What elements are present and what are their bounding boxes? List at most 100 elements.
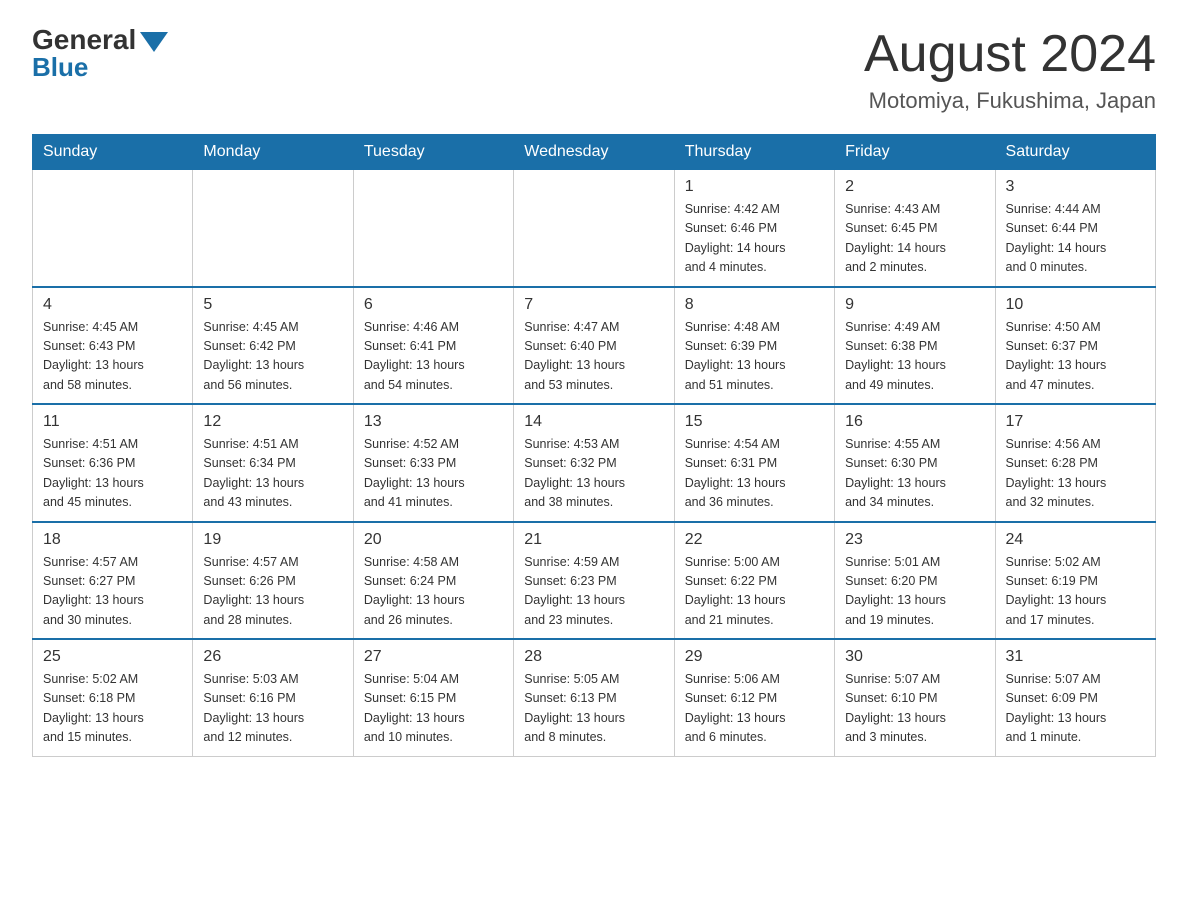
weekday-header-saturday: Saturday bbox=[995, 135, 1155, 170]
calendar-cell: 29Sunrise: 5:06 AMSunset: 6:12 PMDayligh… bbox=[674, 639, 834, 756]
calendar-cell: 7 Sunrise: 4:47 AMSunset: 6:40 PMDaylight… bbox=[514, 287, 674, 405]
day-info: Sunrise: 4:59 AMSunset: 6:23 PMDaylight:… bbox=[524, 553, 663, 631]
day-number: 12 bbox=[203, 413, 342, 431]
day-info: Sunrise: 5:02 AMSunset: 6:18 PMDaylight:… bbox=[43, 670, 182, 748]
day-number: 25 bbox=[43, 648, 182, 666]
day-info: Sunrise: 4:44 AMSunset: 6:44 PMDaylight:… bbox=[1006, 200, 1145, 278]
calendar-cell bbox=[353, 170, 513, 287]
day-number: 2 bbox=[845, 178, 984, 196]
week-row-5: 25 Sunrise: 5:02 AMSunset: 6:18 PMDayligh… bbox=[33, 639, 1156, 756]
day-number: 28 bbox=[524, 648, 663, 666]
week-row-4: 18Sunrise: 4:57 AMSunset: 6:27 PMDayligh… bbox=[33, 522, 1156, 640]
day-info: Sunrise: 4:46 AMSunset: 6:41 PMDaylight:… bbox=[364, 318, 503, 396]
title-section: August 2024 Motomiya, Fukushima, Japan bbox=[864, 24, 1156, 114]
day-info: Sunrise: 4:47 AMSunset: 6:40 PMDaylight:… bbox=[524, 318, 663, 396]
calendar-cell: 17 Sunrise: 4:56 AMSunset: 6:28 PMDayligh… bbox=[995, 404, 1155, 522]
day-info: Sunrise: 5:00 AMSunset: 6:22 PMDaylight:… bbox=[685, 553, 824, 631]
day-number: 7 bbox=[524, 296, 663, 314]
day-info: Sunrise: 5:01 AMSunset: 6:20 PMDaylight:… bbox=[845, 553, 984, 631]
day-number: 14 bbox=[524, 413, 663, 431]
logo-arrow-icon bbox=[140, 32, 168, 52]
day-number: 16 bbox=[845, 413, 984, 431]
day-number: 26 bbox=[203, 648, 342, 666]
calendar-cell: 9Sunrise: 4:49 AMSunset: 6:38 PMDaylight… bbox=[835, 287, 995, 405]
calendar-cell: 4 Sunrise: 4:45 AMSunset: 6:43 PMDaylight… bbox=[33, 287, 193, 405]
calendar-cell: 26Sunrise: 5:03 AMSunset: 6:16 PMDayligh… bbox=[193, 639, 353, 756]
calendar-cell: 10 Sunrise: 4:50 AMSunset: 6:37 PMDayligh… bbox=[995, 287, 1155, 405]
weekday-header-sunday: Sunday bbox=[33, 135, 193, 170]
calendar-cell: 27 Sunrise: 5:04 AMSunset: 6:15 PMDayligh… bbox=[353, 639, 513, 756]
day-info: Sunrise: 4:49 AMSunset: 6:38 PMDaylight:… bbox=[845, 318, 984, 396]
day-number: 11 bbox=[43, 413, 182, 431]
day-number: 20 bbox=[364, 531, 503, 549]
calendar-cell: 12 Sunrise: 4:51 AMSunset: 6:34 PMDayligh… bbox=[193, 404, 353, 522]
day-number: 21 bbox=[524, 531, 663, 549]
calendar-cell: 28 Sunrise: 5:05 AMSunset: 6:13 PMDayligh… bbox=[514, 639, 674, 756]
day-number: 8 bbox=[685, 296, 824, 314]
calendar-cell: 8 Sunrise: 4:48 AMSunset: 6:39 PMDaylight… bbox=[674, 287, 834, 405]
calendar-cell: 14 Sunrise: 4:53 AMSunset: 6:32 PMDayligh… bbox=[514, 404, 674, 522]
day-info: Sunrise: 4:51 AMSunset: 6:34 PMDaylight:… bbox=[203, 435, 342, 513]
page-header: General Blue August 2024 Motomiya, Fukus… bbox=[32, 24, 1156, 114]
day-info: Sunrise: 4:56 AMSunset: 6:28 PMDaylight:… bbox=[1006, 435, 1145, 513]
weekday-header-tuesday: Tuesday bbox=[353, 135, 513, 170]
day-info: Sunrise: 4:48 AMSunset: 6:39 PMDaylight:… bbox=[685, 318, 824, 396]
day-number: 22 bbox=[685, 531, 824, 549]
calendar-cell: 15Sunrise: 4:54 AMSunset: 6:31 PMDayligh… bbox=[674, 404, 834, 522]
day-info: Sunrise: 4:45 AMSunset: 6:42 PMDaylight:… bbox=[203, 318, 342, 396]
calendar-cell: 6Sunrise: 4:46 AMSunset: 6:41 PMDaylight… bbox=[353, 287, 513, 405]
day-info: Sunrise: 4:55 AMSunset: 6:30 PMDaylight:… bbox=[845, 435, 984, 513]
week-row-1: 1Sunrise: 4:42 AMSunset: 6:46 PMDaylight… bbox=[33, 170, 1156, 287]
calendar-cell: 25 Sunrise: 5:02 AMSunset: 6:18 PMDayligh… bbox=[33, 639, 193, 756]
day-info: Sunrise: 4:50 AMSunset: 6:37 PMDaylight:… bbox=[1006, 318, 1145, 396]
day-info: Sunrise: 5:04 AMSunset: 6:15 PMDaylight:… bbox=[364, 670, 503, 748]
calendar-cell bbox=[514, 170, 674, 287]
day-info: Sunrise: 5:02 AMSunset: 6:19 PMDaylight:… bbox=[1006, 553, 1145, 631]
day-number: 1 bbox=[685, 178, 824, 196]
weekday-header-thursday: Thursday bbox=[674, 135, 834, 170]
day-info: Sunrise: 4:53 AMSunset: 6:32 PMDaylight:… bbox=[524, 435, 663, 513]
weekday-header-monday: Monday bbox=[193, 135, 353, 170]
day-number: 31 bbox=[1006, 648, 1145, 666]
day-info: Sunrise: 5:07 AMSunset: 6:10 PMDaylight:… bbox=[845, 670, 984, 748]
day-info: Sunrise: 4:57 AMSunset: 6:27 PMDaylight:… bbox=[43, 553, 182, 631]
calendar-cell: 20 Sunrise: 4:58 AMSunset: 6:24 PMDayligh… bbox=[353, 522, 513, 640]
calendar-table: SundayMondayTuesdayWednesdayThursdayFrid… bbox=[32, 134, 1156, 757]
month-title: August 2024 bbox=[864, 24, 1156, 84]
calendar-cell: 2 Sunrise: 4:43 AMSunset: 6:45 PMDaylight… bbox=[835, 170, 995, 287]
day-number: 27 bbox=[364, 648, 503, 666]
calendar-cell: 22 Sunrise: 5:00 AMSunset: 6:22 PMDayligh… bbox=[674, 522, 834, 640]
calendar-cell: 23Sunrise: 5:01 AMSunset: 6:20 PMDayligh… bbox=[835, 522, 995, 640]
day-number: 5 bbox=[203, 296, 342, 314]
day-number: 13 bbox=[364, 413, 503, 431]
day-info: Sunrise: 4:57 AMSunset: 6:26 PMDaylight:… bbox=[203, 553, 342, 631]
day-number: 24 bbox=[1006, 531, 1145, 549]
day-number: 4 bbox=[43, 296, 182, 314]
day-number: 29 bbox=[685, 648, 824, 666]
calendar-cell: 5 Sunrise: 4:45 AMSunset: 6:42 PMDaylight… bbox=[193, 287, 353, 405]
day-info: Sunrise: 4:45 AMSunset: 6:43 PMDaylight:… bbox=[43, 318, 182, 396]
week-row-2: 4 Sunrise: 4:45 AMSunset: 6:43 PMDaylight… bbox=[33, 287, 1156, 405]
calendar-cell: 21 Sunrise: 4:59 AMSunset: 6:23 PMDayligh… bbox=[514, 522, 674, 640]
day-number: 3 bbox=[1006, 178, 1145, 196]
calendar-cell: 1Sunrise: 4:42 AMSunset: 6:46 PMDaylight… bbox=[674, 170, 834, 287]
calendar-cell bbox=[193, 170, 353, 287]
day-number: 17 bbox=[1006, 413, 1145, 431]
day-info: Sunrise: 5:05 AMSunset: 6:13 PMDaylight:… bbox=[524, 670, 663, 748]
weekday-header-friday: Friday bbox=[835, 135, 995, 170]
calendar-cell: 13 Sunrise: 4:52 AMSunset: 6:33 PMDayligh… bbox=[353, 404, 513, 522]
calendar-cell: 24 Sunrise: 5:02 AMSunset: 6:19 PMDayligh… bbox=[995, 522, 1155, 640]
day-info: Sunrise: 4:43 AMSunset: 6:45 PMDaylight:… bbox=[845, 200, 984, 278]
location-title: Motomiya, Fukushima, Japan bbox=[864, 88, 1156, 114]
day-info: Sunrise: 4:52 AMSunset: 6:33 PMDaylight:… bbox=[364, 435, 503, 513]
logo: General Blue bbox=[32, 24, 168, 83]
calendar-cell: 19Sunrise: 4:57 AMSunset: 6:26 PMDayligh… bbox=[193, 522, 353, 640]
week-row-3: 11 Sunrise: 4:51 AMSunset: 6:36 PMDayligh… bbox=[33, 404, 1156, 522]
calendar-cell: 30 Sunrise: 5:07 AMSunset: 6:10 PMDayligh… bbox=[835, 639, 995, 756]
calendar-cell: 16 Sunrise: 4:55 AMSunset: 6:30 PMDayligh… bbox=[835, 404, 995, 522]
day-info: Sunrise: 4:58 AMSunset: 6:24 PMDaylight:… bbox=[364, 553, 503, 631]
day-number: 30 bbox=[845, 648, 984, 666]
day-number: 10 bbox=[1006, 296, 1145, 314]
day-info: Sunrise: 4:51 AMSunset: 6:36 PMDaylight:… bbox=[43, 435, 182, 513]
day-info: Sunrise: 5:07 AMSunset: 6:09 PMDaylight:… bbox=[1006, 670, 1145, 748]
